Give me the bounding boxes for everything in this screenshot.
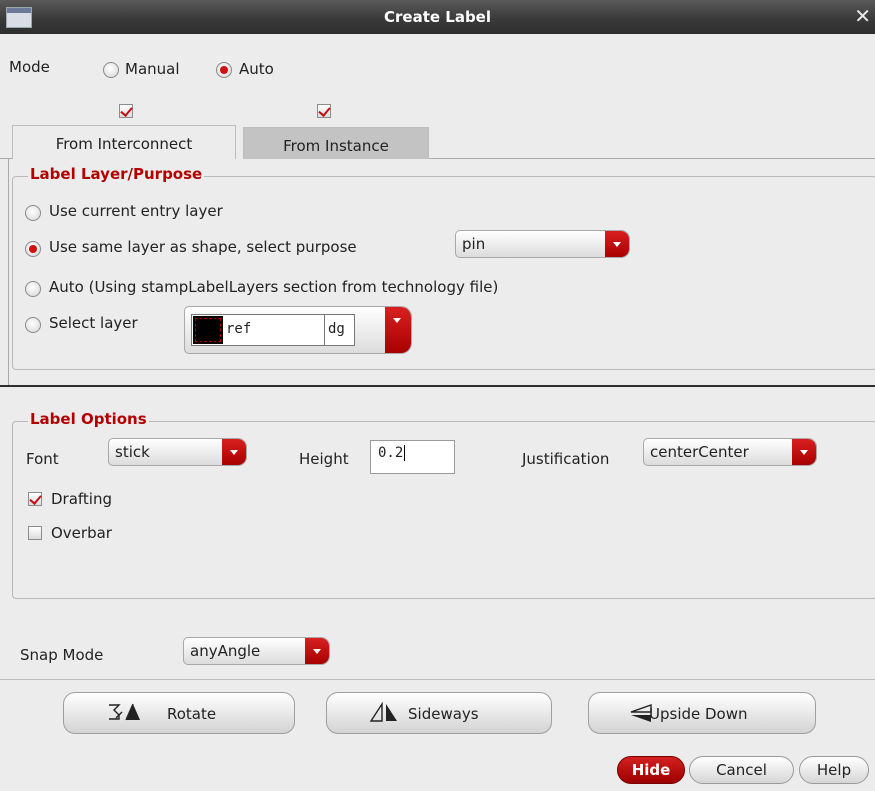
purpose-select-value: pin <box>462 235 486 253</box>
tab-from-instance[interactable]: From Instance <box>243 127 429 159</box>
font-select-value: stick <box>115 443 150 461</box>
label-options-legend: Label Options <box>28 410 149 428</box>
tab-from-instance-label: From Instance <box>283 137 389 155</box>
select-layer-label: Select layer <box>49 314 138 332</box>
same-layer-as-shape-label: Use same layer as shape, select purpose <box>49 238 357 256</box>
height-label: Height <box>299 450 349 468</box>
mode-label: Mode <box>9 58 50 76</box>
rotate-icon <box>105 700 145 728</box>
height-input-value: 0.2 <box>378 445 404 461</box>
label-layer-purpose-legend: Label Layer/Purpose <box>28 165 205 183</box>
tab-from-interconnect[interactable]: From Interconnect <box>12 125 236 159</box>
drafting-checkbox[interactable] <box>28 492 42 506</box>
section-divider <box>0 385 875 387</box>
layer-name: ref <box>226 321 252 337</box>
chevron-down-icon <box>605 231 629 257</box>
overbar-checkbox[interactable] <box>28 526 42 540</box>
radio-same-layer-as-shape[interactable] <box>25 241 41 257</box>
layer-purpose: dg <box>328 321 345 337</box>
chevron-down-icon <box>305 638 329 664</box>
chevron-down-icon <box>792 439 816 465</box>
radio-current-entry-layer[interactable] <box>25 205 41 221</box>
radio-manual[interactable] <box>103 62 119 78</box>
purpose-select[interactable]: pin <box>455 230 630 258</box>
mode-auto-label: Auto <box>239 60 274 78</box>
sideways-icon <box>367 701 403 729</box>
rotate-button[interactable]: Rotate <box>63 692 295 734</box>
radio-auto-stamp-label-layers[interactable] <box>25 281 41 297</box>
hide-button-label: Hide <box>631 761 671 779</box>
layer-field-divider <box>324 315 325 345</box>
radio-auto[interactable] <box>216 62 232 78</box>
layer-select-field: ref dg <box>191 314 355 346</box>
help-button-label: Help <box>816 761 852 779</box>
hide-button[interactable]: Hide <box>617 756 685 784</box>
text-cursor <box>404 445 406 461</box>
sideways-button-label: Sideways <box>408 705 479 723</box>
layer-select[interactable]: ref dg <box>184 306 412 354</box>
sideways-button[interactable]: Sideways <box>326 692 552 734</box>
close-icon[interactable]: ✕ <box>854 6 871 26</box>
tab-from-interconnect-label: From Interconnect <box>55 135 193 153</box>
mode-manual-label: Manual <box>125 60 180 78</box>
tab-baseline-left <box>0 158 12 159</box>
snap-mode-select[interactable]: anyAngle <box>183 637 330 665</box>
auto-stamp-label-layers-label: Auto (Using stampLabelLayers section fro… <box>49 278 499 296</box>
window-title: Create Label <box>384 8 491 26</box>
drafting-label: Drafting <box>51 490 113 508</box>
font-select[interactable]: stick <box>108 438 247 466</box>
from-interconnect-checkbox[interactable] <box>119 104 133 118</box>
radio-select-layer[interactable] <box>25 317 41 333</box>
footer-divider <box>0 679 875 680</box>
snap-mode-select-value: anyAngle <box>190 642 261 660</box>
layer-color-swatch <box>193 316 223 344</box>
chevron-down-icon <box>222 439 246 465</box>
justification-select-value: centerCenter <box>650 443 749 461</box>
rotate-button-label: Rotate <box>167 705 217 723</box>
overbar-label: Overbar <box>51 524 112 542</box>
cancel-button[interactable]: Cancel <box>689 756 794 784</box>
justification-label: Justification <box>522 450 610 468</box>
upside-down-button-label: Upside Down <box>649 705 748 723</box>
font-label: Font <box>26 450 59 468</box>
height-input[interactable]: 0.2 <box>370 440 455 474</box>
tab-baseline-right <box>429 158 875 159</box>
cancel-button-label: Cancel <box>716 761 767 779</box>
snap-mode-label: Snap Mode <box>20 646 104 664</box>
tab-page-left-edge <box>8 159 9 385</box>
current-entry-layer-label: Use current entry layer <box>49 202 223 220</box>
help-button[interactable]: Help <box>799 756 869 784</box>
from-instance-checkbox[interactable] <box>317 104 331 118</box>
title-bar: Create Label ✕ <box>0 0 875 34</box>
chevron-down-icon <box>385 307 411 353</box>
justification-select[interactable]: centerCenter <box>643 438 817 466</box>
upside-down-button[interactable]: Upside Down <box>588 692 816 734</box>
